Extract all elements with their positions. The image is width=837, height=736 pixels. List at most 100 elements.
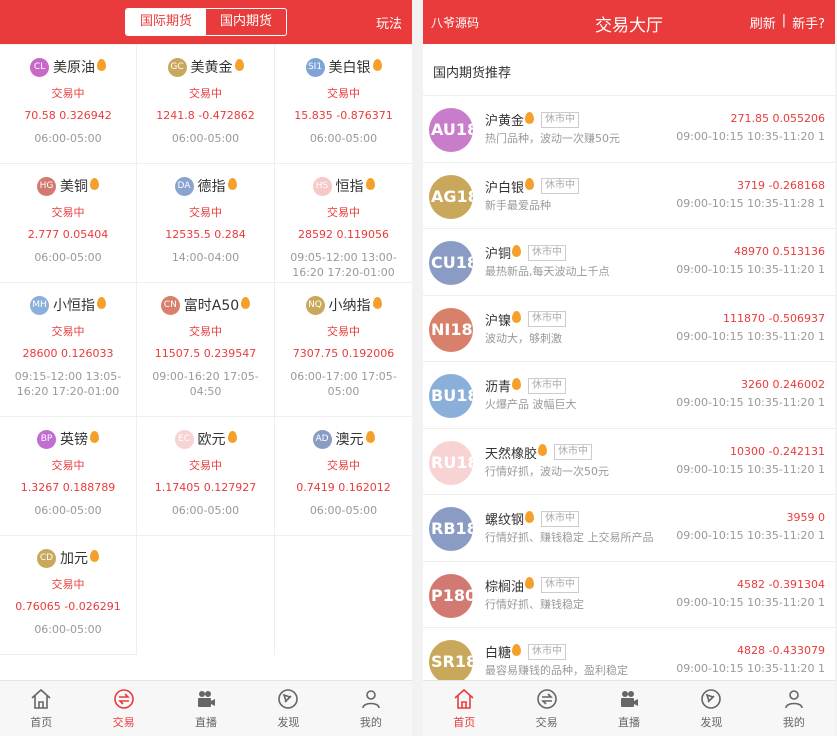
futures-cell[interactable]: AD 澳元 交易中 0.7419 0.162012 06:00-05:00 [275,417,412,536]
futures-cell[interactable]: HS 恒指 交易中 28592 0.119056 09:05-12:00 13:00-1… [275,164,412,283]
item-title: 沪黄金 休市中 [485,110,580,129]
nav-item-trade[interactable]: 交易 [505,681,587,736]
trading-status: 交易中 [189,459,222,472]
nav-item-live[interactable]: 直播 [588,681,670,736]
trading-status: 交易中 [51,206,85,219]
fire-icon [97,297,106,309]
cell-title: BP 英镑 [0,429,136,449]
nav-label: 直播 [618,716,641,729]
item-name: 棕榈油 [485,579,525,595]
status-badge: 休市中 [541,111,580,128]
status-badge: 休市中 [541,178,580,194]
home-icon [454,688,474,709]
cell-title: DA 德指 [137,176,274,196]
futures-cell[interactable]: CL 美原油 交易中 70.58 0.326942 06:00-05:00 [0,45,137,164]
list-item[interactable]: RU18 天然橡胶休市中行情好抓，波动一次50元 10300 -0.242131 09… [423,429,835,495]
list-item[interactable]: CU18 沪铜 休市中 最热新品,每天波动上千点 48970 0.513136 09:00… [423,229,835,296]
fire-icon [512,311,522,323]
list-item[interactable]: P180 棕榈油 休市中 行情好抓、赚钱稳定 4582 -0.391304 09:00-1… [423,562,835,628]
cell-title: NQ 小纳指 [275,295,412,315]
trading-hours: 06:00-05:00 [309,504,378,517]
trading-status: 交易中 [327,459,360,472]
nav-item-discover[interactable]: 发现 [670,681,752,736]
nav-label: 发现 [277,716,300,729]
trading-hours: 09:00-16:20 17:05-04:50 [152,370,259,398]
fire-icon [90,431,99,443]
commodity-name: 英镑 [60,432,88,448]
commodity-avatar-icon: NI180 [429,307,473,352]
price-change: 11507.5 0.239547 [154,347,257,360]
price-change: 2.777 0.05404 [27,228,109,241]
fire-icon [90,550,99,562]
tab-international-futures[interactable]: 国际期货 [126,9,206,35]
item-name: 天然橡胶 [485,446,538,462]
trading-status: 交易中 [51,459,85,472]
futures-cell[interactable]: EC 欧元 交易中 1.17405 0.127927 06:00-05:00 [137,417,275,536]
list-item[interactable]: AU18 沪黄金 休市中 热门品种，波动一次赚50元 271.85 0.055206 09… [423,96,835,163]
commodity-badge-icon: EC [174,429,194,449]
fire-icon [525,510,535,523]
item-name: 螺纹钢 [485,513,525,528]
trading-hours: 09:05-12:00 13:00-16:20 17:20-01:00 [290,251,397,279]
price-change: 0.76065 -0.026291 [15,600,121,613]
futures-cell[interactable]: GC 美黄金 交易中 1241.8 -0.472862 06:00-05:00 [137,45,275,164]
futures-cell[interactable]: NQ 小纳指 交易中 7307.75 0.192006 06:00-17:00 17:0… [275,283,412,417]
item-name: 沥青 [485,380,512,395]
trading-hours: 06:00-05:00 [34,623,102,636]
commodity-avatar-icon: CU18 [429,241,473,285]
nav-item-home[interactable]: 首页 [0,681,82,736]
nav-item-discover[interactable]: 发现 [247,681,329,736]
fire-icon [525,111,535,124]
status-badge: 休市中 [528,643,567,660]
item-description: 热门品种，波动一次赚50元 [485,132,620,145]
trading-status: 交易中 [51,325,85,338]
nav-item-home[interactable]: 首页 [423,681,505,736]
commodity-avatar-icon: P180 [429,573,473,618]
futures-cell[interactable]: CN 富时A50 交易中 11507.5 0.239547 09:00-16:20 17… [137,283,275,417]
futures-cell[interactable]: MH 小恒指 交易中 28600 0.126033 09:15-12:00 13:05-… [0,283,137,417]
trading-hours: 06:00-05:00 [34,504,102,517]
futures-cell[interactable]: BP 英镑 交易中 1.3267 0.188789 06:00-05:00 [0,417,137,536]
item-description: 行情好抓，波动一次50元 [485,464,609,478]
commodity-badge-icon: MH [30,295,49,315]
trading-hall-panel: 八爷源码 交易大厅 刷新 | 新手? 国内期货推荐 AU18 沪黄金 休市中 热门品种… [423,0,835,736]
fire-icon [512,244,522,257]
commodity-badge-icon: NQ [305,295,325,315]
list-item[interactable]: BU18 沥青 休市中 火爆产品 波幅巨大 3260 0.246002 09:00-10:… [423,362,835,429]
list-item[interactable]: RB18 螺纹钢 休市中 行情好抓、赚钱稳定 上交易所产品 3959 0 09:00-10… [423,495,835,562]
list-item[interactable]: AG18 沪白银休市中新手最爱品种 3719 -0.268168 09:00-10:1… [423,163,835,229]
price-change: 28600 0.126033 [22,347,114,360]
cell-title: MH 小恒指 [0,295,136,315]
trading-hours: 09:00-10:15 10:35-11:20 1 [676,529,825,542]
rules-link[interactable]: 玩法 [376,13,402,32]
item-title: 天然橡胶 休市中 [485,443,593,462]
fire-icon [538,444,548,456]
trading-hours: 09:00-10:15 10:35-11:20 1 [676,263,825,276]
nav-label: 我的 [782,716,805,729]
commodity-name: 小纳指 [328,298,371,314]
nav-item-trade[interactable]: 交易 [82,681,164,736]
price-change: 4582 -0.391304 [737,577,825,591]
futures-cell[interactable]: HG 美铜 交易中 2.777 0.05404 06:00-05:00 [0,164,137,283]
trading-hours: 06:00-05:00 [171,132,240,145]
price-change: 111870 -0.506937 [723,311,825,325]
trading-hours: 06:00-05:00 [34,251,102,264]
commodity-badge-icon: CD [37,548,56,568]
nav-item-profile[interactable]: 我的 [753,681,835,736]
futures-cell[interactable]: DA 德指 交易中 12535.5 0.284 14:00-04:00 [137,164,275,283]
futures-cell[interactable]: CD 加元 交易中 0.76065 -0.026291 06:00-05:00 [0,536,137,655]
refresh-button[interactable]: 刷新 [750,13,776,32]
price-change: 3260 0.246002 [741,378,825,391]
list-item[interactable]: NI180 沪镍休市中波动大，够刺激 111870 -0.506937 09:00-1… [423,296,835,362]
trading-hours: 06:00-05:00 [171,504,240,517]
newbie-button[interactable]: 新手? [792,13,825,32]
price-change: 48970 0.513136 [734,245,825,258]
price-change: 0.7419 0.162012 [296,481,391,494]
commodity-name: 澳元 [335,432,364,448]
trading-hours: 09:00-10:15 10:35-11:20 1 [676,662,825,675]
futures-cell[interactable]: SI1 美白银 交易中 15.835 -0.876371 06:00-05:00 [275,45,412,164]
nav-item-profile[interactable]: 我的 [330,681,412,736]
nav-item-live[interactable]: 直播 [165,681,247,736]
price-change: 15.835 -0.876371 [294,109,393,122]
tab-domestic-futures[interactable]: 国内期货 [206,9,286,35]
